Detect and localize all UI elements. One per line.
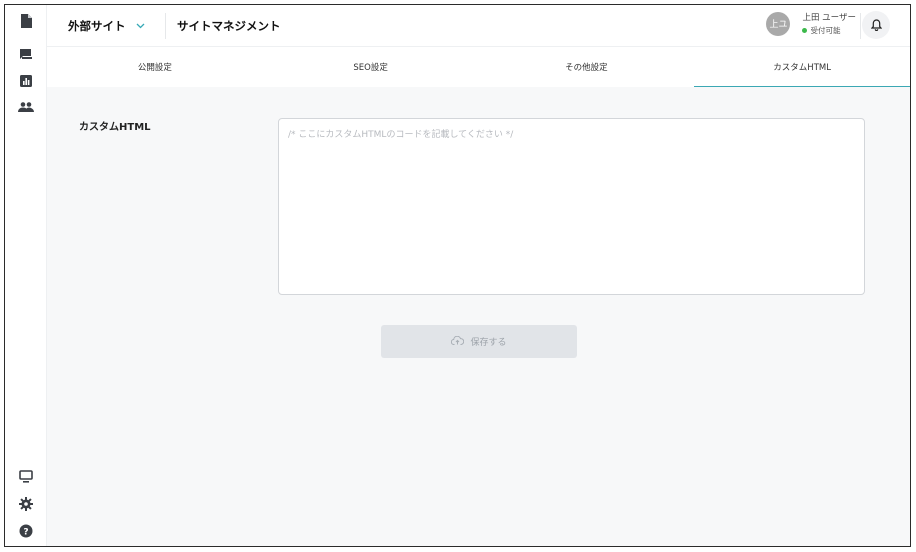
top-header: 外部サイト サイトマネジメント 上ユ 上田 ユーザー 受付可能 xyxy=(47,5,910,47)
tab-custom-html[interactable]: カスタムHTML xyxy=(694,47,910,87)
cloud-upload-icon xyxy=(451,335,465,348)
header-divider xyxy=(165,13,166,39)
people-icon[interactable] xyxy=(17,98,35,116)
bar-chart-icon[interactable] xyxy=(17,72,35,90)
tab-publish-settings[interactable]: 公開設定 xyxy=(47,47,263,87)
user-status-label: 受付可能 xyxy=(810,26,841,35)
custom-html-label: カスタムHTML xyxy=(79,122,151,133)
site-selector[interactable]: 外部サイト xyxy=(68,18,145,34)
tab-label: その他設定 xyxy=(565,63,608,73)
chevron-down-icon xyxy=(136,23,145,29)
tab-label: 公開設定 xyxy=(137,63,172,73)
monitor-icon[interactable] xyxy=(17,467,35,485)
svg-text:?: ? xyxy=(23,528,28,538)
chat-icon[interactable] xyxy=(17,45,35,63)
document-icon[interactable] xyxy=(17,12,35,30)
tab-seo-settings[interactable]: SEO設定 xyxy=(263,47,479,87)
bell-icon xyxy=(870,16,882,35)
user-menu[interactable]: 上ユ 上田 ユーザー 受付可能 xyxy=(766,11,856,36)
page-title: サイトマネジメント xyxy=(177,19,281,33)
save-button-label: 保存する xyxy=(470,338,507,348)
app-window: ? 外部サイト サイトマネジメント 上ユ 上田 ユーザー 受付可能 公開設定 S… xyxy=(4,4,911,547)
site-name: 外部サイト xyxy=(68,19,126,33)
help-icon[interactable]: ? xyxy=(17,522,35,540)
gear-icon[interactable] xyxy=(17,495,35,513)
user-info: 上田 ユーザー 受付可能 xyxy=(802,11,856,36)
sidebar: ? xyxy=(5,5,47,546)
tab-label: SEO設定 xyxy=(353,63,388,73)
settings-tabs: 公開設定 SEO設定 その他設定 カスタムHTML xyxy=(47,47,910,87)
save-button[interactable]: 保存する xyxy=(381,325,577,358)
user-name: 上田 ユーザー xyxy=(802,13,856,23)
avatar: 上ユ xyxy=(766,11,791,36)
notification-button[interactable] xyxy=(862,11,890,39)
user-status: 受付可能 xyxy=(802,25,856,36)
tab-other-settings[interactable]: その他設定 xyxy=(479,47,695,87)
status-dot xyxy=(802,28,808,33)
custom-html-input[interactable] xyxy=(278,118,865,295)
header-divider-right xyxy=(860,13,861,39)
tab-label: カスタムHTML xyxy=(773,63,831,73)
